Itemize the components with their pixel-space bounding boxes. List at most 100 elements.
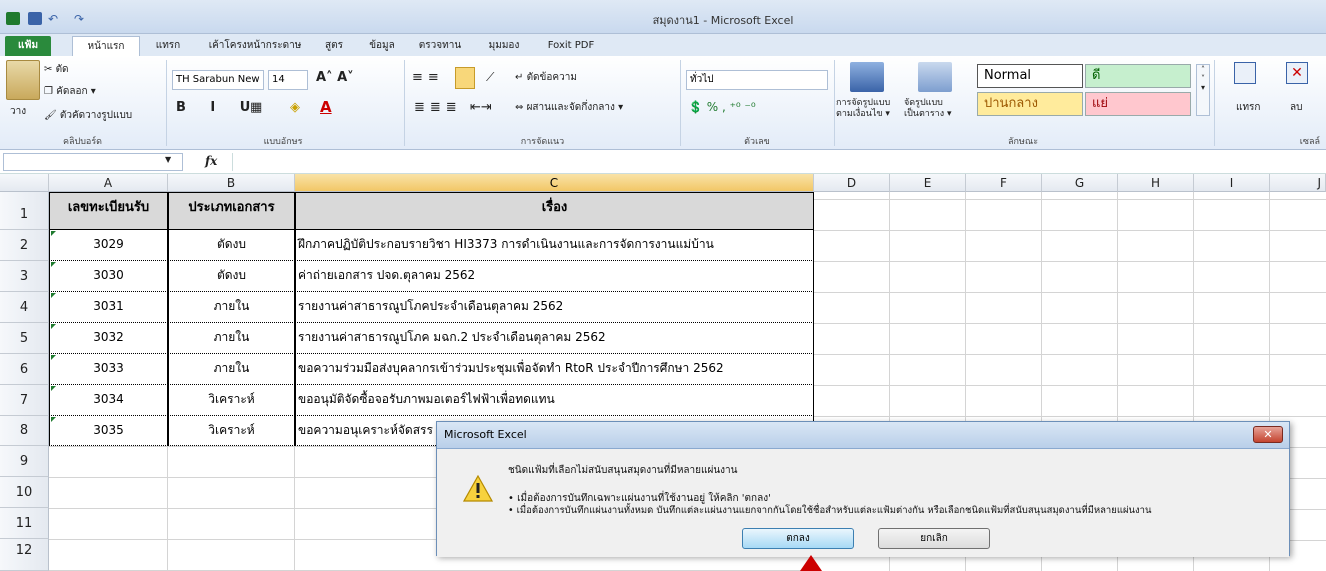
format-as-table-button[interactable]: จัดรูปแบบ เป็นตาราง ▾ bbox=[904, 98, 952, 120]
align-middle-icon[interactable] bbox=[455, 67, 475, 89]
column-header-c[interactable]: C bbox=[295, 174, 814, 192]
column-header-b[interactable]: B bbox=[168, 174, 295, 192]
font-size-box[interactable]: 14 bbox=[268, 70, 308, 90]
cell-subject[interactable]: ขออนุมัติจัดซื้อจอรับภาพมอเตอร์ไฟฟ้าเพื่… bbox=[295, 385, 814, 416]
tab-view[interactable]: มุมมอง bbox=[478, 36, 530, 56]
paste-button[interactable]: วาง bbox=[10, 104, 26, 119]
conditional-format-button[interactable]: การจัดรูปแบบ ตามเงื่อนไข ▾ bbox=[836, 98, 890, 120]
style-neutral[interactable]: ปานกลาง bbox=[977, 92, 1083, 116]
tab-file[interactable]: แฟ้ม bbox=[5, 36, 51, 56]
format-painter-button[interactable]: 🖌 ตัวคัดวางรูปแบบ bbox=[44, 108, 132, 123]
cell-reg-no[interactable]: 3029 bbox=[49, 230, 168, 261]
ribbon: วาง ✂ ตัด ❐ คัดลอก ▾ 🖌 ตัวคัดวางรูปแบบ ค… bbox=[0, 56, 1326, 150]
cut-button[interactable]: ✂ ตัด bbox=[44, 62, 69, 77]
column-header-f[interactable]: F bbox=[966, 174, 1042, 192]
number-format-box[interactable]: ทั่วไป bbox=[686, 70, 828, 90]
format-as-table-icon[interactable] bbox=[918, 62, 952, 92]
column-header-d[interactable]: D bbox=[814, 174, 890, 192]
cell-subject[interactable]: รายงานค่าสาธารณูปโภคประจำเดือนตุลาคม 256… bbox=[295, 292, 814, 323]
horizontal-align-icons[interactable]: ≣≣≣ bbox=[414, 100, 462, 115]
separator bbox=[1214, 60, 1215, 146]
insert-cells-icon[interactable] bbox=[1234, 62, 1256, 84]
excel-window: ↶ ↷ สมุดงาน1 - Microsoft Excel แฟ้ม หน้า… bbox=[0, 0, 1326, 571]
tab-foxit[interactable]: Foxit PDF bbox=[536, 36, 606, 56]
font-name-box[interactable]: TH Sarabun New bbox=[172, 70, 264, 90]
borders-icon[interactable]: ▦ bbox=[250, 100, 262, 115]
cell-doc-type[interactable]: ภายใน bbox=[168, 292, 295, 323]
row-header[interactable]: 9 bbox=[0, 446, 49, 477]
row-header[interactable]: 8 bbox=[0, 416, 49, 446]
grow-font-icon[interactable]: A˄ A˅ bbox=[316, 70, 354, 85]
select-all-corner[interactable] bbox=[0, 174, 49, 192]
cell-doc-type[interactable]: ตัดงบ bbox=[168, 230, 295, 261]
font-color-icon[interactable]: A bbox=[320, 98, 332, 116]
cell-subject[interactable]: ฝึกภาคปฏิบัติประกอบรายวิชา HI3373 การดำเ… bbox=[295, 230, 814, 261]
row-header[interactable]: 12 bbox=[0, 539, 49, 571]
paste-icon[interactable] bbox=[6, 60, 40, 100]
cell-reg-no[interactable]: 3030 bbox=[49, 261, 168, 292]
tab-formulas[interactable]: สูตร bbox=[314, 36, 354, 56]
column-header-a[interactable]: A bbox=[49, 174, 168, 192]
ok-button[interactable]: ตกลง bbox=[742, 528, 854, 549]
cell-reg-no[interactable]: 3031 bbox=[49, 292, 168, 323]
tab-review[interactable]: ตรวจทาน bbox=[412, 36, 468, 56]
row-header[interactable]: 11 bbox=[0, 508, 49, 539]
row-header[interactable]: 7 bbox=[0, 385, 49, 416]
cell-doc-type[interactable]: ภายใน bbox=[168, 323, 295, 354]
header-cell-doc-type[interactable]: ประเภทเอกสาร bbox=[168, 192, 295, 230]
vertical-align-icons[interactable]: ≡≡ bbox=[412, 70, 444, 85]
orientation-icon[interactable]: ⟋ bbox=[486, 70, 494, 85]
column-header-h[interactable]: H bbox=[1118, 174, 1194, 192]
fill-color-icon[interactable]: ◈ bbox=[290, 100, 300, 115]
style-bad[interactable]: แย่ bbox=[1085, 92, 1191, 116]
cancel-button[interactable]: ยกเลิก bbox=[878, 528, 990, 549]
style-good[interactable]: ดี bbox=[1085, 64, 1191, 88]
currency-icon[interactable]: 💲 % , ⁺⁰ ⁻⁰ bbox=[688, 100, 756, 114]
styles-scroll[interactable]: ˄ ˅ ▾ bbox=[1196, 64, 1210, 116]
row-header[interactable]: 3 bbox=[0, 261, 49, 292]
delete-cells-icon[interactable]: ✕ bbox=[1286, 62, 1308, 84]
column-header-j[interactable]: J bbox=[1270, 174, 1326, 192]
style-normal[interactable]: Normal bbox=[977, 64, 1083, 88]
wrap-text-button[interactable]: ↵ ตัดข้อความ bbox=[515, 70, 577, 85]
header-cell-subject[interactable]: เรื่อง bbox=[295, 192, 814, 230]
tab-insert[interactable]: แทรก bbox=[150, 36, 186, 56]
cell-subject[interactable]: รายงานค่าสาธารณูปโภค มฉก.2 ประจำเดือนตุล… bbox=[295, 323, 814, 354]
dialog-title-bar[interactable]: Microsoft Excel ✕ bbox=[437, 422, 1289, 449]
cell-doc-type[interactable]: ภายใน bbox=[168, 354, 295, 385]
name-box[interactable] bbox=[3, 153, 183, 171]
formula-input[interactable] bbox=[232, 153, 1322, 171]
cell-reg-no[interactable]: 3033 bbox=[49, 354, 168, 385]
cell-doc-type[interactable]: วิเคราะห์ bbox=[168, 416, 295, 446]
name-box-dropdown-icon[interactable]: ▼ bbox=[165, 155, 171, 164]
cell-subject[interactable]: ขอความร่วมมือส่งบุคลากรเข้าร่วมประชุมเพื… bbox=[295, 354, 814, 385]
row-header[interactable]: 4 bbox=[0, 292, 49, 323]
row-header[interactable]: 1 bbox=[0, 192, 49, 230]
cell-subject[interactable]: ค่าถ่ายเอกสาร ปจด.ตุลาคม 2562 bbox=[295, 261, 814, 292]
tab-home[interactable]: หน้าแรก bbox=[72, 36, 140, 56]
row-header[interactable]: 2 bbox=[0, 230, 49, 261]
tab-page-layout[interactable]: เค้าโครงหน้ากระดาษ bbox=[200, 36, 310, 56]
insert-cells-button[interactable]: แทรก bbox=[1236, 100, 1260, 115]
tab-data[interactable]: ข้อมูล bbox=[360, 36, 404, 56]
delete-cells-button[interactable]: ลบ bbox=[1290, 100, 1302, 115]
copy-button[interactable]: ❐ คัดลอก ▾ bbox=[44, 84, 96, 99]
bold-italic-underline-buttons[interactable]: B I U bbox=[176, 100, 260, 115]
cell-doc-type[interactable]: วิเคราะห์ bbox=[168, 385, 295, 416]
row-header[interactable]: 5 bbox=[0, 323, 49, 354]
cell-reg-no[interactable]: 3032 bbox=[49, 323, 168, 354]
indent-icons[interactable]: ⇤⇥ bbox=[470, 100, 492, 115]
cell-reg-no[interactable]: 3035 bbox=[49, 416, 168, 446]
row-header[interactable]: 10 bbox=[0, 477, 49, 508]
cell-doc-type[interactable]: ตัดงบ bbox=[168, 261, 295, 292]
fx-icon[interactable]: fx bbox=[205, 154, 217, 168]
conditional-format-icon[interactable] bbox=[850, 62, 884, 92]
header-cell-reg-no[interactable]: เลขทะเบียนรับ bbox=[49, 192, 168, 230]
row-header[interactable]: 6 bbox=[0, 354, 49, 385]
cell-reg-no[interactable]: 3034 bbox=[49, 385, 168, 416]
column-header-e[interactable]: E bbox=[890, 174, 966, 192]
close-icon[interactable]: ✕ bbox=[1253, 426, 1283, 443]
column-header-g[interactable]: G bbox=[1042, 174, 1118, 192]
column-header-i[interactable]: I bbox=[1194, 174, 1270, 192]
merge-center-button[interactable]: ⇔ ผสานและจัดกึ่งกลาง ▾ bbox=[515, 100, 623, 115]
